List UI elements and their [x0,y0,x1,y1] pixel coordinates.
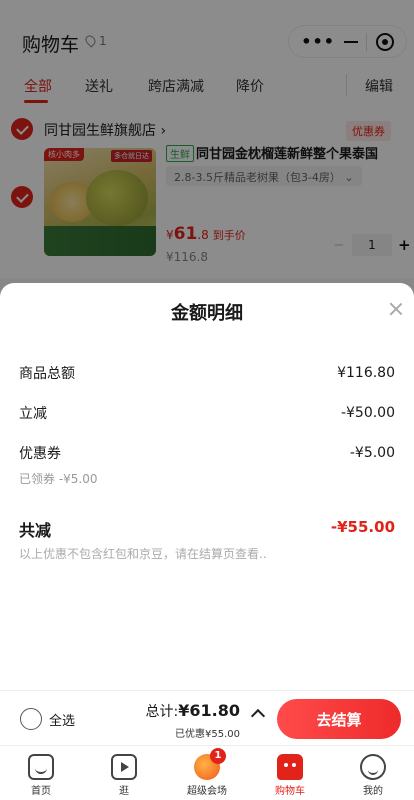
row-value-coupon: -¥5.00 [349,445,395,461]
total-prefix: 总计: [145,704,179,720]
play-icon [111,754,137,780]
nav-label-cart: 购物车 [275,786,305,797]
total-price: 总计:¥61.80 [146,701,240,721]
nav-label-browse: 逛 [119,786,129,797]
total-amount: ¥61.80 [178,701,240,720]
home-icon [28,754,54,780]
select-all-label[interactable]: 全选 [49,710,75,729]
row-label-instant-discount: 立减 [19,406,47,422]
bottom-nav: 首页 逛 1 超级会场 购物车 我的 [0,745,414,800]
discount-note: 以上优惠不包含红包和京豆，请在结算页查看.. [19,547,267,561]
close-icon[interactable] [388,301,404,317]
select-all-radio[interactable] [20,708,42,730]
nav-label-mine: 我的 [363,786,383,797]
amount-details-sheet: 金额明细 商品总额 ¥116.80 立减 -¥50.00 优惠券 -¥5.00 … [0,283,414,690]
row-value-instant-discount: -¥50.00 [340,405,395,421]
row-label-goods-total: 商品总额 [19,366,75,382]
nav-item-super-venue[interactable]: 1 超级会场 [172,748,242,797]
nav-label-home: 首页 [31,786,51,797]
chevron-up-icon[interactable] [250,708,266,724]
coupon-sub-detail: 已领券 -¥5.00 [19,472,98,486]
profile-face-icon [360,754,386,780]
total-discount-value: -¥55.00 [330,518,395,536]
super-venue-icon: 1 [194,748,226,780]
sheet-title: 金额明细 [171,303,243,324]
notification-badge: 1 [210,748,226,764]
saved-amount: 已优惠¥55.00 [175,729,240,740]
nav-item-cart[interactable]: 购物车 [255,750,325,797]
nav-item-mine[interactable]: 我的 [338,750,408,797]
checkout-bar: 全选 总计:¥61.80 已优惠¥55.00 去结算 [0,690,414,745]
nav-item-home[interactable]: 首页 [6,750,76,797]
checkout-button[interactable]: 去结算 [277,699,401,739]
cart-icon [277,754,303,780]
nav-label-super-venue: 超级会场 [187,786,227,797]
row-label-coupon: 优惠券 [19,446,61,462]
total-discount-label: 共减 [19,521,52,540]
row-value-goods-total: ¥116.80 [337,365,395,381]
nav-item-browse[interactable]: 逛 [89,750,159,797]
